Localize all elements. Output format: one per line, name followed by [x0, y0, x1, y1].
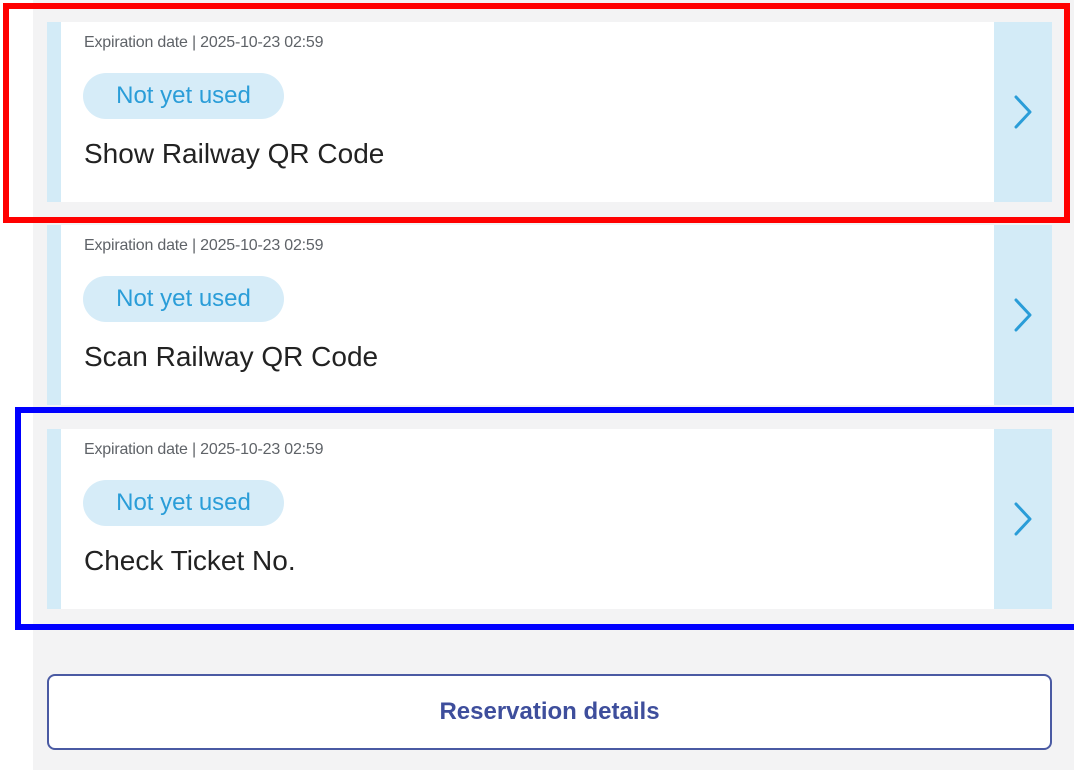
chevron-right-icon	[1014, 298, 1032, 332]
reservation-details-button[interactable]: Reservation details	[47, 674, 1052, 750]
status-badge: Not yet used	[83, 73, 284, 119]
status-badge: Not yet used	[83, 480, 284, 526]
card-left-stripe	[47, 22, 61, 202]
card-left-stripe	[47, 225, 61, 405]
card-chevron-button[interactable]	[994, 22, 1052, 202]
card-chevron-button[interactable]	[994, 225, 1052, 405]
ticket-title: Show Railway QR Code	[84, 138, 385, 169]
expiration-date-text: Expiration date | 2025-10-23 02:59	[84, 441, 324, 458]
chevron-right-icon	[1014, 502, 1032, 536]
ticket-card-check-ticket-no[interactable]: Expiration date | 2025-10-23 02:59 Not y…	[47, 429, 1052, 609]
ticket-title: Scan Railway QR Code	[84, 341, 379, 372]
expiration-date-text: Expiration date | 2025-10-23 02:59	[84, 34, 324, 51]
ticket-card-show-railway-qr[interactable]: Expiration date | 2025-10-23 02:59 Not y…	[47, 22, 1052, 202]
ticket-card-scan-railway-qr[interactable]: Expiration date | 2025-10-23 02:59 Not y…	[47, 225, 1052, 405]
chevron-right-icon	[1014, 95, 1032, 129]
card-chevron-button[interactable]	[994, 429, 1052, 609]
status-badge: Not yet used	[83, 276, 284, 322]
ticket-title: Check Ticket No.	[84, 545, 296, 576]
card-left-stripe	[47, 429, 61, 609]
expiration-date-text: Expiration date | 2025-10-23 02:59	[84, 237, 324, 254]
